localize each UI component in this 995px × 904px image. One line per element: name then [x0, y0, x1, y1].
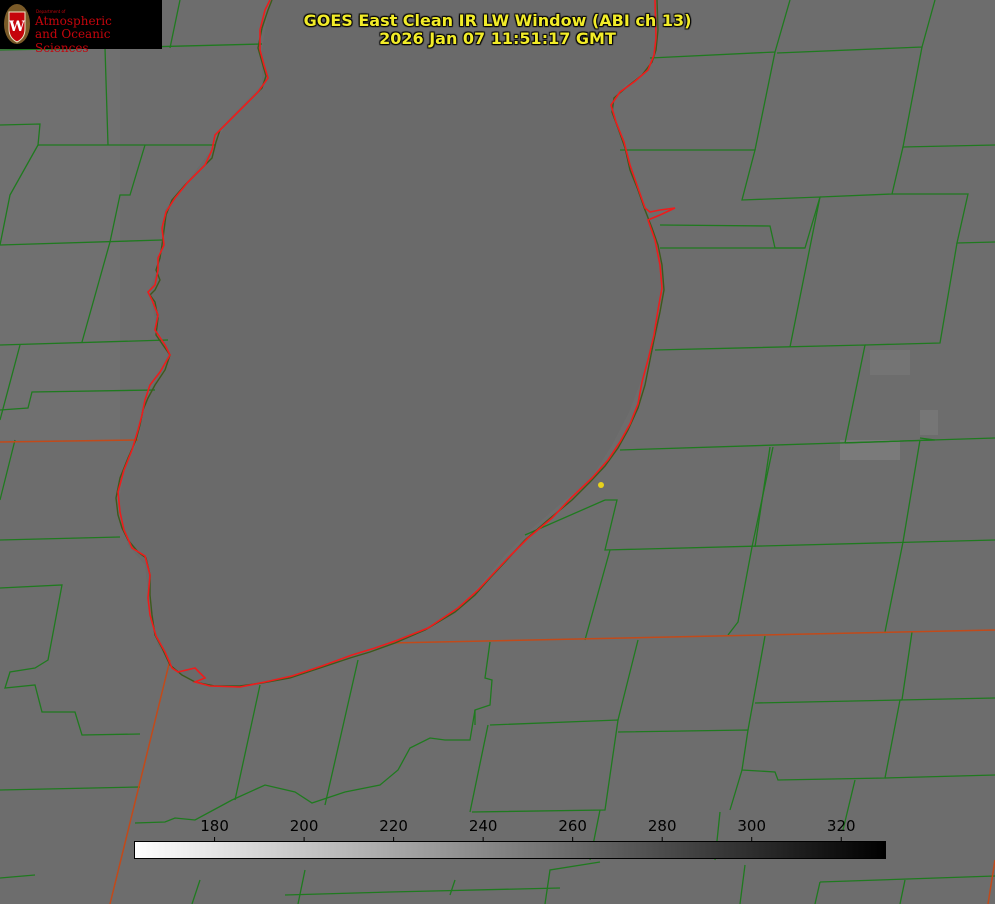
- ir-patch: [0, 0, 120, 440]
- satellite-image-view: W Department of Atmospheric and Oceanic …: [0, 0, 995, 904]
- image-timestamp: 2026 Jan 07 11:51:17 GMT: [379, 29, 616, 48]
- city-marker: [598, 482, 604, 488]
- ir-patch: [920, 410, 938, 435]
- temperature-colorbar: [134, 841, 886, 859]
- map-layer: [0, 0, 995, 904]
- ir-patch: [870, 350, 910, 375]
- image-title: GOES East Clean IR LW Window (ABI ch 13): [303, 11, 692, 30]
